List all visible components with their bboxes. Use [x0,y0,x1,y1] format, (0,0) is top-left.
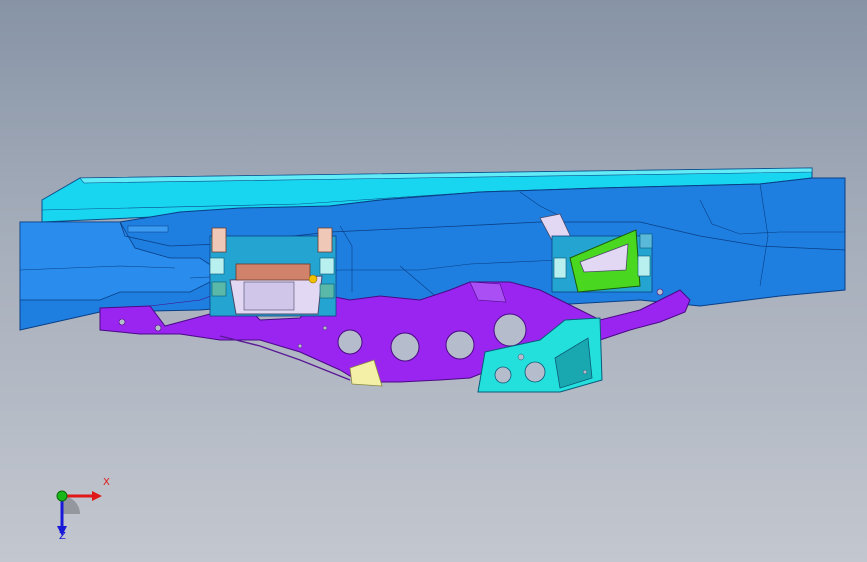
triad-axes-icon [56,490,102,536]
coordinate-triad: X Z [40,477,120,550]
axis-z-label: Z [59,531,66,542]
engine-mount[interactable] [209,227,337,317]
cad-model[interactable] [0,0,867,562]
axis-x-label: X [103,477,110,488]
mount-pad [235,263,311,281]
graphics-viewport[interactable]: X Z [0,0,867,562]
